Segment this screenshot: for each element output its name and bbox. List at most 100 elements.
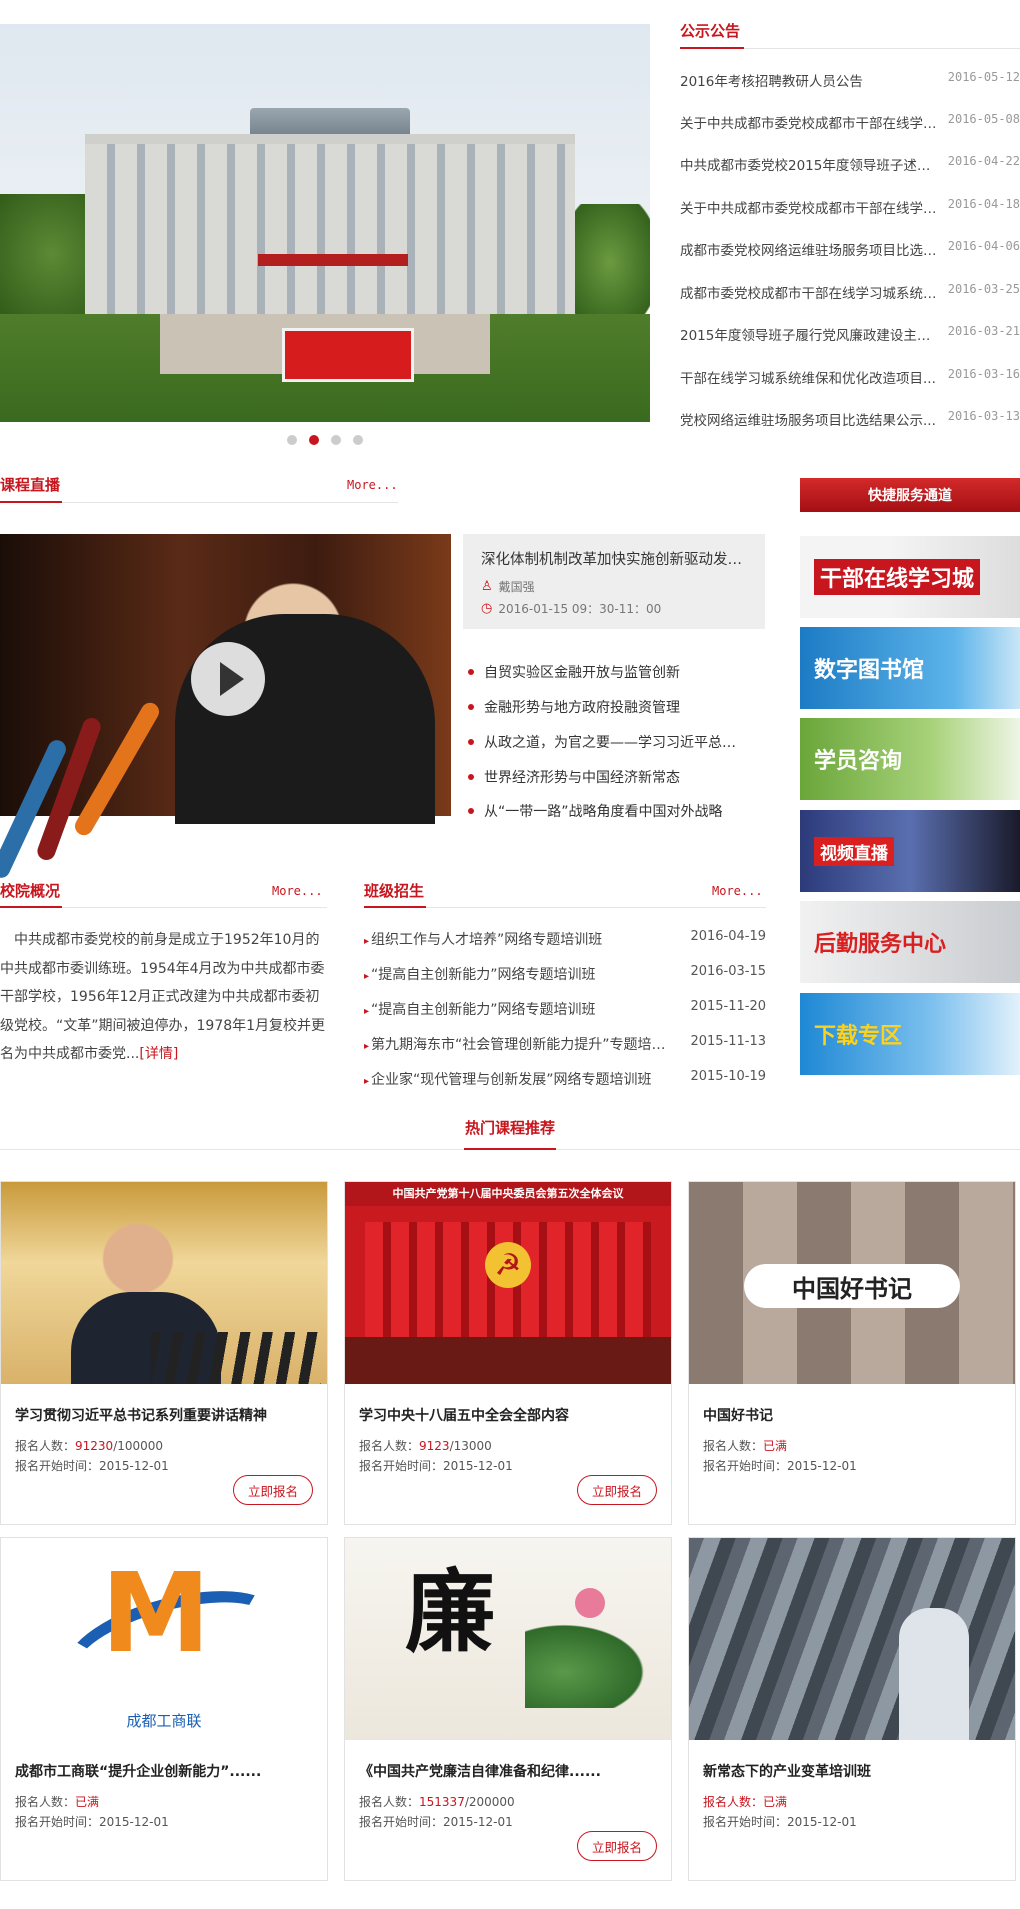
live-featured-box[interactable]: 深化体制机制改革加快实施创新驱动发展战略 ♙ 戴国强 ◷ 2016-01-15 09… [463, 534, 765, 629]
course-image[interactable]: 中国共产党第十八届中央委员会第五次全体会议 ☭ [345, 1182, 671, 1384]
live-list-item-title[interactable]: 从政之道，为官之要——学习习近平总书记系列重要讲话 [484, 732, 746, 752]
clock-icon: ◷ [481, 601, 493, 616]
notice-item-date: 2016-04-06 [947, 239, 1020, 253]
notice-item-title[interactable]: 2015年度领导班子履行党风廉政建设主体责任... [680, 324, 942, 344]
register-button[interactable]: 立即报名 [577, 1475, 657, 1505]
banner-dot[interactable] [353, 435, 363, 445]
live-more-link[interactable]: More... [347, 478, 398, 492]
notice-item-date: 2016-03-21 [947, 324, 1020, 338]
overview-detail-link[interactable]: [详情] [139, 1046, 178, 1062]
live-list-item-title[interactable]: 金融形势与地方政府投融资管理 [484, 697, 680, 717]
notice-item-title[interactable]: 成都市委党校成都市干部在线学习城系统维保... [680, 282, 942, 302]
class-item-title[interactable]: 企业家“现代管理与创新发展”网络专题培训班 [364, 1069, 674, 1089]
user-icon: ♙ [481, 579, 493, 594]
live-list-item[interactable]: 从“一带一路”战略角度看中国对外战略 [468, 801, 768, 821]
classes-title-underline [364, 906, 426, 908]
live-list-item-title[interactable]: 从“一带一路”战略角度看中国对外战略 [484, 801, 723, 821]
course-card[interactable]: 廉 《中国共产党廉洁自律准备和纪律...... 报名人数：151337/2000… [344, 1537, 672, 1881]
live-list-item[interactable]: 金融形势与地方政府投融资管理 [468, 697, 768, 717]
notice-item[interactable]: 中共成都市委党校2015年度领导班子述职述廉... 2016-04-22 [680, 154, 1020, 174]
overview-text: 中共成都市委党校的前身是成立于1952年10月的中共成都市委训练班。1954年4… [0, 932, 326, 1062]
class-item-title[interactable]: “提高自主创新能力”网络专题培训班 [364, 964, 674, 984]
class-list-item[interactable]: “提高自主创新能力”网络专题培训班 2015-11-20 [364, 999, 766, 1019]
live-featured-title[interactable]: 深化体制机制改革加快实施创新驱动发展战略 [481, 548, 751, 569]
banner-building [85, 134, 575, 339]
quick-service-logistics[interactable]: 后勤服务中心 [800, 901, 1020, 983]
classes-title: 班级招生 [364, 882, 425, 900]
play-icon[interactable] [191, 642, 265, 716]
course-image[interactable]: 廉 [345, 1538, 671, 1740]
notice-item-title[interactable]: 中共成都市委党校2015年度领导班子述职述廉... [680, 154, 942, 174]
overview-more-link[interactable]: More... [272, 884, 323, 898]
class-item-title[interactable]: 第九期海东市“社会管理创新能力提升”专题培训班 [364, 1034, 674, 1054]
course-title[interactable]: 中国好书记 [703, 1405, 1003, 1425]
course-card[interactable]: 学习贯彻习近平总书记系列重要讲话精神 报名人数：91230/100000 报名开… [0, 1181, 328, 1525]
notice-item[interactable]: 党校网络运维驻场服务项目比选结果公示... 2016-03-13 [680, 409, 1020, 429]
notice-item-date: 2016-03-16 [947, 367, 1020, 381]
course-title[interactable]: 学习中央十八届五中全会全部内容 [359, 1405, 659, 1425]
banner-dot-active[interactable] [309, 435, 319, 445]
course-title[interactable]: 成都市工商联“提升企业创新能力”...... [15, 1761, 315, 1781]
notice-item-title[interactable]: 2016年考核招聘教研人员公告 [680, 70, 942, 90]
banner-dot[interactable] [287, 435, 297, 445]
class-item-title[interactable]: 组织工作与人才培养”网络专题培训班 [364, 929, 674, 949]
course-title[interactable]: 新常态下的产业变革培训班 [703, 1761, 1003, 1781]
notice-item-title[interactable]: 干部在线学习城系统维保和优化改造项目... [680, 367, 942, 387]
quick-service-digital-library[interactable]: 数字图书馆 [800, 627, 1020, 709]
quick-service-video-live[interactable]: 视频直播 [800, 810, 1020, 892]
banner-dot[interactable] [331, 435, 341, 445]
notice-item-title[interactable]: 成都市委党校网络运维驻场服务项目比选公告... [680, 239, 942, 259]
notice-item[interactable]: 2015年度领导班子履行党风廉政建设主体责任... 2016-03-21 [680, 324, 1020, 344]
course-title[interactable]: 学习贯彻习近平总书记系列重要讲话精神 [15, 1405, 315, 1425]
count-label: 报名人数： [359, 1439, 420, 1453]
course-card[interactable]: 中国好书记 中国好书记 报名人数：已满 报名开始时间：2015-12-01 [688, 1181, 1016, 1525]
live-list-item[interactable]: 自贸实验区金融开放与监管创新 [468, 662, 768, 682]
notice-item[interactable]: 干部在线学习城系统维保和优化改造项目... 2016-03-16 [680, 367, 1020, 387]
start-label: 报名开始时间： [15, 1459, 100, 1473]
class-list-item[interactable]: 第九期海东市“社会管理创新能力提升”专题培训班 2015-11-13 [364, 1034, 766, 1054]
quick-service-online-learning[interactable]: 干部在线学习城 [800, 536, 1020, 618]
course-start: 2015-12-01 [787, 1815, 857, 1829]
logo-letter-icon: M [101, 1549, 211, 1677]
live-list-item-title[interactable]: 世界经济形势与中国经济新常态 [484, 767, 680, 787]
class-item-title[interactable]: “提高自主创新能力”网络专题培训班 [364, 999, 674, 1019]
course-count: 151337 [419, 1795, 465, 1809]
course-image[interactable]: M 成都工商联 [1, 1538, 327, 1740]
notice-item-title[interactable]: 党校网络运维驻场服务项目比选结果公示... [680, 409, 942, 429]
notice-item-date: 2016-05-12 [947, 70, 1020, 84]
live-list-item[interactable]: 从政之道，为官之要——学习习近平总书记系列重要讲话 [468, 732, 768, 752]
course-card[interactable]: M 成都工商联 成都市工商联“提升企业创新能力”...... 报名人数：已满 报… [0, 1537, 328, 1881]
live-section-title: 课程直播 [0, 476, 61, 494]
class-item-date: 2015-11-20 [690, 999, 766, 1014]
class-list-item[interactable]: “提高自主创新能力”网络专题培训班 2016-03-15 [364, 964, 766, 984]
register-button[interactable]: 立即报名 [577, 1831, 657, 1861]
course-start: 2015-12-01 [99, 1815, 169, 1829]
start-label: 报名开始时间： [703, 1459, 788, 1473]
quick-service-student-consult[interactable]: 学员咨询 [800, 718, 1020, 800]
notice-item-title[interactable]: 关于中共成都市委党校成都市干部在线学习城... [680, 112, 942, 132]
course-card[interactable]: 中国共产党第十八届中央委员会第五次全体会议 ☭ 学习中央十八届五中全会全部内容 … [344, 1181, 672, 1525]
quick-service-download[interactable]: 下载专区 [800, 993, 1020, 1075]
banner-slideshow[interactable] [0, 24, 650, 422]
notice-item[interactable]: 成都市委党校网络运维驻场服务项目比选公告... 2016-04-06 [680, 239, 1020, 259]
quick-service-label: 视频直播 [814, 836, 894, 866]
course-image-banner: 中国共产党第十八届中央委员会第五次全体会议 [392, 1187, 624, 1200]
notice-item[interactable]: 成都市委党校成都市干部在线学习城系统维保... 2016-03-25 [680, 282, 1020, 302]
notice-item[interactable]: 关于中共成都市委党校成都市干部在线学习城... 2016-04-18 [680, 197, 1020, 217]
course-title[interactable]: 《中国共产党廉洁自律准备和纪律...... [359, 1761, 659, 1781]
course-image[interactable] [1, 1182, 327, 1384]
course-card[interactable]: 新常态下的产业变革培训班 报名人数：已满 报名开始时间：2015-12-01 [688, 1537, 1016, 1881]
class-list-item[interactable]: 企业家“现代管理与创新发展”网络专题培训班 2015-10-19 [364, 1069, 766, 1089]
course-image[interactable]: 中国好书记 [689, 1182, 1015, 1384]
class-list-item[interactable]: 组织工作与人才培养”网络专题培训班 2016-04-19 [364, 929, 766, 949]
notice-item-title[interactable]: 关于中共成都市委党校成都市干部在线学习城... [680, 197, 942, 217]
live-list-item[interactable]: 世界经济形势与中国经济新常态 [468, 767, 768, 787]
quick-service-label: 数字图书馆 [814, 658, 925, 683]
notice-item[interactable]: 关于中共成都市委党校成都市干部在线学习城... 2016-05-08 [680, 112, 1020, 132]
live-list-item-title[interactable]: 自贸实验区金融开放与监管创新 [484, 662, 680, 682]
notice-title: 公示公告 [680, 22, 741, 40]
notice-item[interactable]: 2016年考核招聘教研人员公告 2016-05-12 [680, 70, 1020, 90]
classes-more-link[interactable]: More... [712, 884, 763, 898]
course-image[interactable] [689, 1538, 1015, 1740]
register-button[interactable]: 立即报名 [233, 1475, 313, 1505]
